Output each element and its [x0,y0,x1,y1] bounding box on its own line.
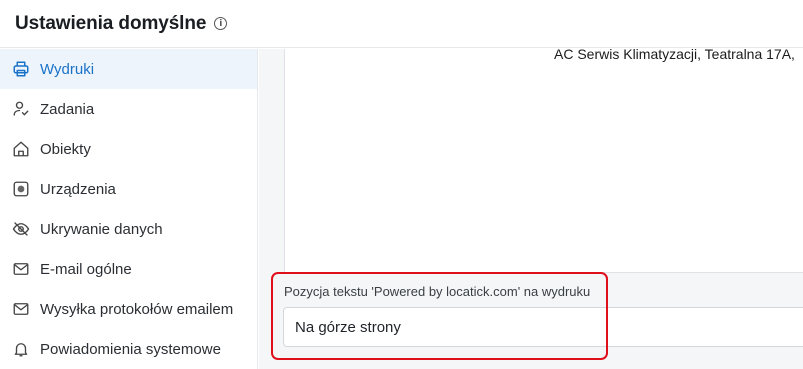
sidebar-item-label: Zadania [40,100,95,118]
sidebar-item-wysylka-protokolow[interactable]: Wysyłka protokołów emailem [0,289,257,329]
sidebar-item-ukrywanie-danych[interactable]: Ukrywanie danych [0,209,257,249]
position-select[interactable]: Na górze strony [283,307,803,347]
sidebar-item-label: E-mail ogólne [40,260,132,278]
sidebar-item-label: Wydruki [40,60,95,78]
page-header: Ustawienia domyślne i [0,0,803,48]
sidebar-item-label: Ukrywanie danych [40,220,163,238]
mail-icon [11,299,31,319]
print-preview [284,49,803,273]
sidebar-item-zadania[interactable]: Zadania [0,89,257,129]
sidebar-item-label: Urządzenia [40,180,116,198]
info-icon[interactable]: i [214,17,228,30]
position-select-value: Na górze strony [295,318,401,336]
eye-off-icon [11,219,31,239]
preview-company-text: AC Serwis Klimatyzacji, Teatralna 17A, [554,46,795,62]
sidebar-item-label: Wysyłka protokołów emailem [40,300,234,318]
sidebar-item-urzadzenia[interactable]: Urządzenia [0,169,257,209]
sidebar-item-label: Obiekty [40,140,91,158]
settings-sidebar: Wydruki Zadania Obiekty Urządzenia Ukryw… [0,49,258,369]
user-check-icon [11,99,31,119]
sidebar-item-wydruki[interactable]: Wydruki [0,49,257,89]
page-title: Ustawienia domyślne [15,12,207,34]
sidebar-item-obiekty[interactable]: Obiekty [0,129,257,169]
sidebar-item-powiadomienia[interactable]: Powiadomienia systemowe [0,329,257,369]
position-field-label: Pozycja tekstu 'Powered by locatick.com'… [284,284,591,299]
sidebar-item-label: Powiadomienia systemowe [40,340,221,358]
bell-icon [11,339,31,359]
sidebar-item-email-ogolne[interactable]: E-mail ogólne [0,249,257,289]
device-icon [11,179,31,199]
printer-icon [11,59,31,79]
home-icon [11,139,31,159]
mail-icon [11,259,31,279]
